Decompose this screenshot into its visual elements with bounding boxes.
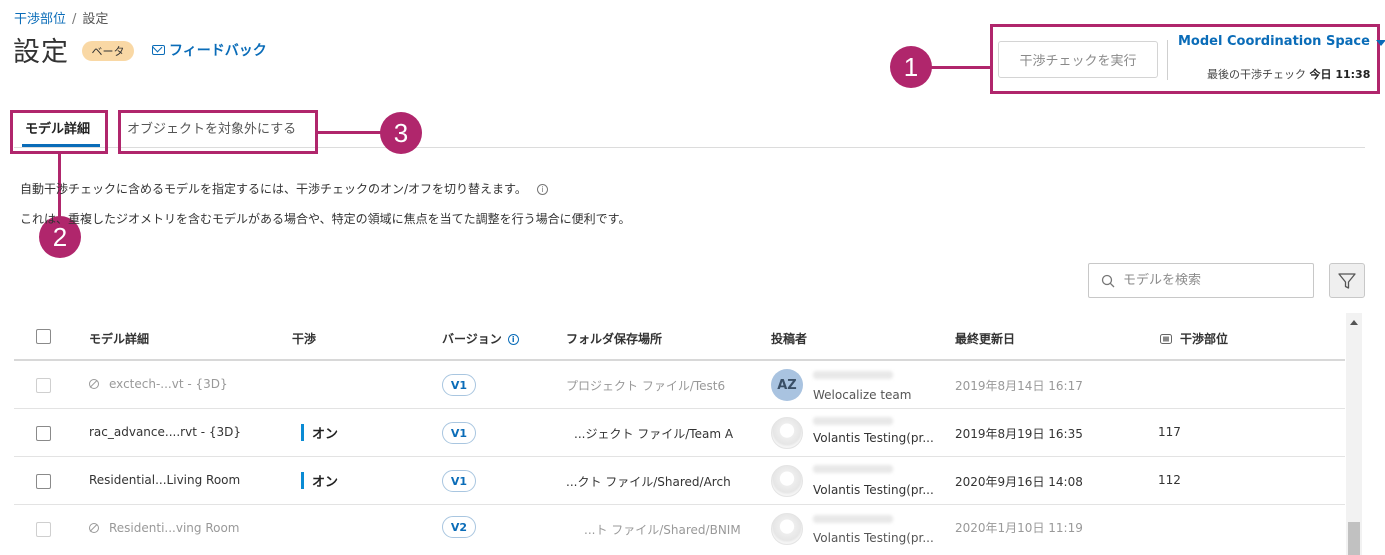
clash-toggle[interactable]: オン bbox=[301, 423, 338, 442]
model-name-text: Residenti...ving Room bbox=[109, 521, 240, 535]
row-checkbox[interactable] bbox=[36, 474, 51, 489]
folder-path: ...クト ファイル/Shared/Arch bbox=[566, 475, 731, 489]
header-clash-count-label: 干渉部位 bbox=[1180, 332, 1229, 346]
header-updated[interactable]: 最終更新日 bbox=[955, 330, 1015, 347]
version-badge[interactable]: V1 bbox=[442, 374, 476, 396]
redacted-author-name bbox=[813, 371, 893, 379]
author-team: Volantis Testing(pr... bbox=[813, 431, 934, 445]
search-icon bbox=[1101, 274, 1115, 287]
description-text-1: 自動干渉チェックに含めるモデルを指定するには、干渉チェックのオン/オフを切り替え… bbox=[20, 182, 527, 196]
header-clash-count[interactable]: 干渉部位 bbox=[1160, 330, 1228, 347]
scroll-up-icon[interactable] bbox=[1350, 320, 1358, 325]
row-checkbox[interactable] bbox=[36, 426, 51, 441]
highlight-box-3 bbox=[118, 110, 318, 154]
callout-line-3 bbox=[318, 131, 382, 134]
run-clash-check-button[interactable]: 干渉チェックを実行 bbox=[998, 41, 1158, 78]
version-badge[interactable]: V1 bbox=[442, 422, 476, 444]
header-clash[interactable]: 干渉 bbox=[292, 330, 316, 347]
description-line-2: これは、重複したジオメトリを含むモデルがある場合や、特定の領域に焦点を当てた調整… bbox=[20, 212, 631, 226]
excluded-icon bbox=[89, 523, 99, 533]
table-header: モデル詳細 干渉 バージョン i フォルダ保存場所 投稿者 最終更新日 干渉部位 bbox=[14, 313, 1345, 361]
callout-3: 3 bbox=[380, 112, 422, 154]
avatar bbox=[771, 417, 803, 449]
feedback-label: フィードバック bbox=[169, 43, 267, 59]
updated-date: 2020年9月16日 14:08 bbox=[955, 475, 1083, 489]
avatar bbox=[771, 513, 803, 545]
breadcrumb: 干渉部位 / 設定 bbox=[14, 8, 108, 27]
select-all-checkbox[interactable] bbox=[36, 329, 51, 344]
toggle-label: オン bbox=[312, 427, 339, 442]
table-row[interactable]: Residential...Living Room オン V1 ...クト ファ… bbox=[14, 457, 1345, 505]
row-checkbox[interactable] bbox=[36, 522, 51, 537]
scrollbar-thumb[interactable] bbox=[1348, 522, 1360, 555]
mail-icon bbox=[152, 45, 165, 55]
author-team: Volantis Testing(pr... bbox=[813, 483, 934, 497]
clash-count: 117 bbox=[1158, 425, 1181, 439]
author-team: Volantis Testing(pr... bbox=[813, 531, 934, 545]
space-name: Model Coordination Space bbox=[1178, 34, 1370, 49]
header-version-label: バージョン bbox=[442, 332, 502, 346]
last-check-label: 最後の干渉チェック bbox=[1207, 68, 1306, 81]
table-row[interactable]: rac_advance....rvt - {3D} オン V1 ...ジェクト … bbox=[14, 409, 1345, 457]
folder-path: プロジェクト ファイル/Test6 bbox=[566, 379, 726, 393]
table-row[interactable]: exctech-...vt - {3D} V1 プロジェクト ファイル/Test… bbox=[14, 361, 1345, 409]
model-name[interactable]: Residential...Living Room bbox=[89, 473, 240, 487]
feedback-link[interactable]: フィードバック bbox=[152, 40, 267, 60]
highlight-box-2 bbox=[10, 110, 108, 154]
model-name: exctech-...vt - {3D} bbox=[89, 377, 228, 391]
breadcrumb-current: 設定 bbox=[82, 12, 109, 27]
redacted-author-name bbox=[813, 417, 893, 425]
table-row[interactable]: Residenti...ving Room V2 ...ト ファイル/Share… bbox=[14, 505, 1345, 553]
folder-path: ...ト ファイル/Shared/BNIM bbox=[584, 523, 741, 537]
folder-path: ...ジェクト ファイル/Team A bbox=[574, 427, 734, 441]
clash-toggle[interactable]: オン bbox=[301, 471, 338, 490]
author-team: Welocalize team bbox=[813, 388, 912, 402]
model-name[interactable]: rac_advance....rvt - {3D} bbox=[89, 425, 241, 439]
callout-line-1 bbox=[930, 66, 992, 69]
updated-date: 2019年8月19日 16:35 bbox=[955, 427, 1083, 441]
avatar: AZ bbox=[771, 369, 803, 401]
version-badge[interactable]: V2 bbox=[442, 516, 476, 538]
redacted-author-name bbox=[813, 465, 893, 473]
last-clash-check: 最後の干渉チェック 今日 11:38 bbox=[1207, 66, 1370, 82]
excluded-icon bbox=[89, 379, 99, 389]
header-folder[interactable]: フォルダ保存場所 bbox=[566, 330, 662, 347]
breadcrumb-separator: / bbox=[72, 12, 77, 27]
beta-badge: ベータ bbox=[82, 41, 134, 61]
space-dropdown[interactable]: Model Coordination Space bbox=[1178, 34, 1385, 49]
model-name-text: exctech-...vt - {3D} bbox=[109, 377, 228, 391]
header-author[interactable]: 投稿者 bbox=[771, 330, 807, 347]
avatar bbox=[771, 465, 803, 497]
info-icon[interactable]: i bbox=[507, 334, 519, 345]
table-scrollbar[interactable] bbox=[1346, 313, 1362, 555]
updated-date: 2020年1月10日 11:19 bbox=[955, 521, 1083, 535]
redacted-author-name bbox=[813, 515, 893, 523]
clash-count: 112 bbox=[1158, 473, 1181, 487]
header-version[interactable]: バージョン i bbox=[442, 330, 519, 347]
model-name: Residenti...ving Room bbox=[89, 521, 240, 535]
page-title: 設定 bbox=[13, 37, 69, 68]
filter-button[interactable] bbox=[1329, 263, 1365, 298]
callout-1: 1 bbox=[890, 46, 932, 88]
header-model[interactable]: モデル詳細 bbox=[89, 330, 149, 347]
header-divider bbox=[1167, 40, 1168, 80]
search-box bbox=[1088, 263, 1314, 298]
toggle-on-indicator bbox=[301, 472, 304, 489]
info-icon[interactable]: i bbox=[536, 184, 548, 195]
description-line-1: 自動干渉チェックに含めるモデルを指定するには、干渉チェックのオン/オフを切り替え… bbox=[20, 180, 548, 197]
version-badge[interactable]: V1 bbox=[442, 470, 476, 492]
breadcrumb-link-clashes[interactable]: 干渉部位 bbox=[14, 12, 66, 27]
search-input[interactable] bbox=[1123, 273, 1303, 288]
toggle-on-indicator bbox=[301, 424, 304, 441]
last-check-time: 今日 11:38 bbox=[1309, 68, 1371, 81]
toggle-label: オン bbox=[312, 475, 339, 490]
clash-icon bbox=[1160, 333, 1172, 344]
filter-icon bbox=[1338, 272, 1356, 289]
updated-date: 2019年8月14日 16:17 bbox=[955, 379, 1083, 393]
caret-down-icon bbox=[1375, 39, 1385, 46]
row-checkbox[interactable] bbox=[36, 378, 51, 393]
